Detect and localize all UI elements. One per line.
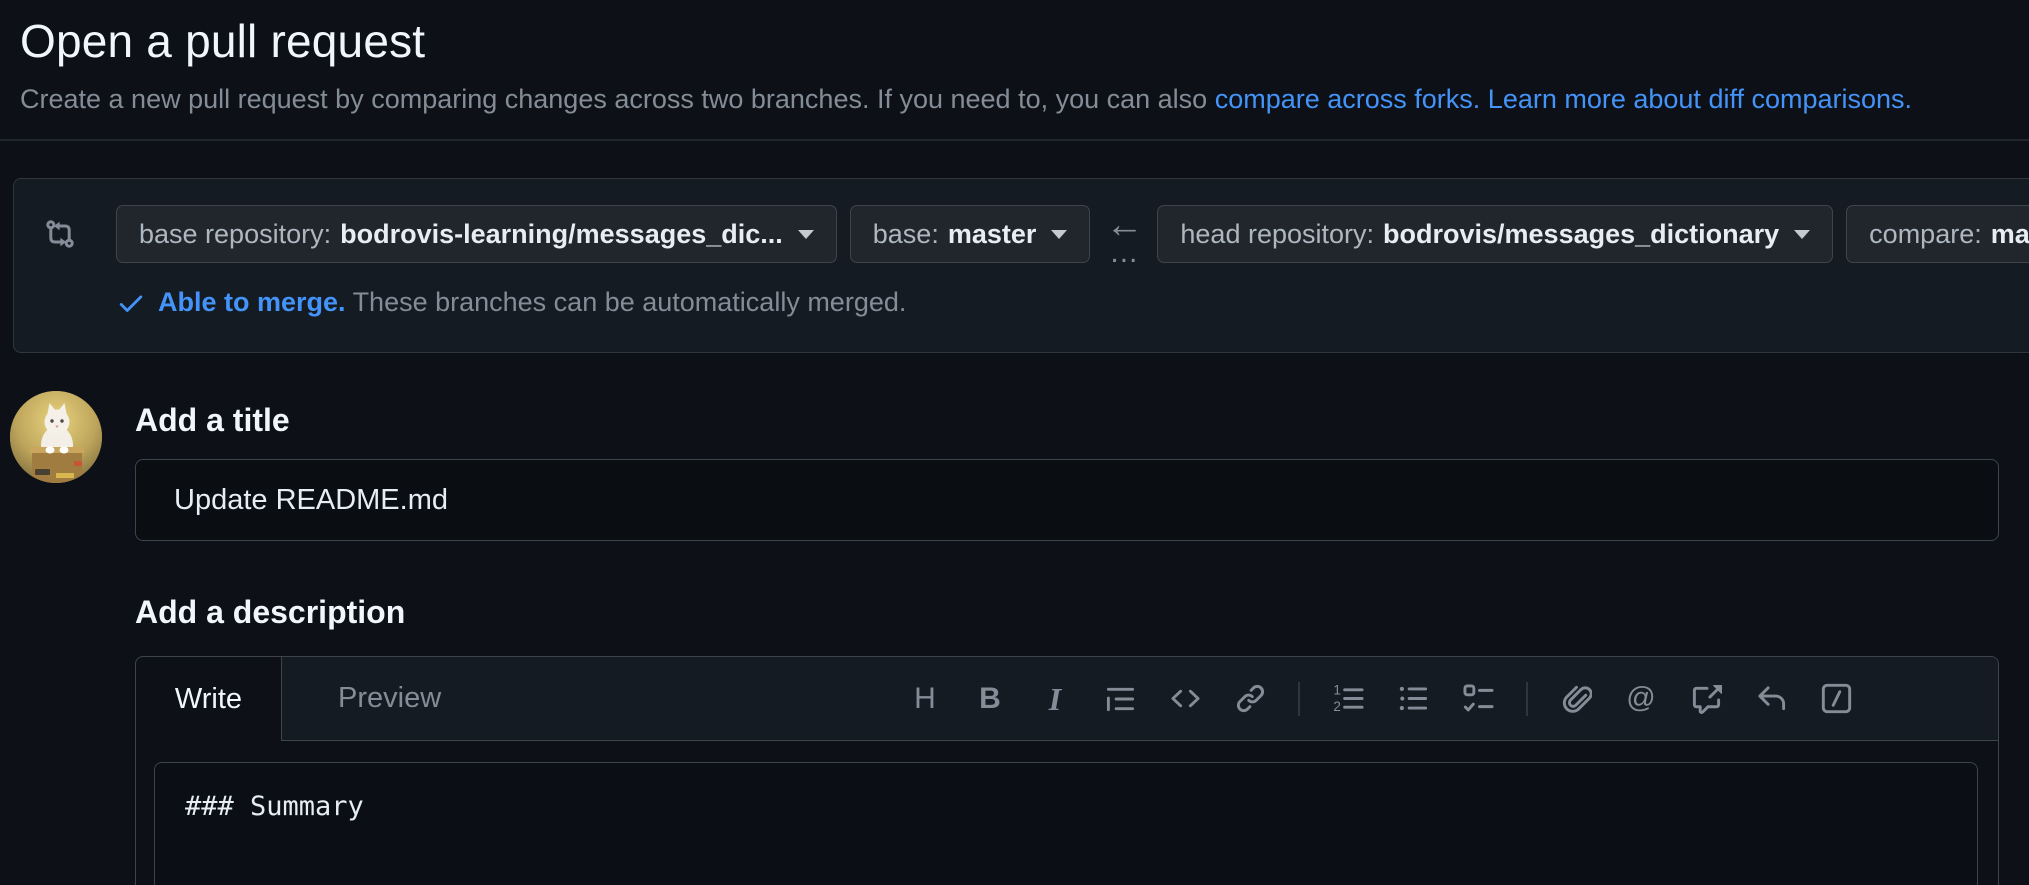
branch-compare-panel: base repository: bodrovis-learning/messa… [13, 178, 2029, 353]
list-unordered-icon [1399, 686, 1427, 711]
check-icon [119, 295, 143, 312]
editor-header: Write Preview H B I 1 2 @ [136, 657, 1998, 741]
task-list-button[interactable] [1461, 682, 1495, 716]
base-repository-select[interactable]: base repository: bodrovis-learning/messa… [116, 205, 837, 263]
branch-selector-row: base repository: bodrovis-learning/messa… [44, 205, 2029, 269]
link-icon [1236, 684, 1264, 713]
head-repository-label: head repository: [1180, 218, 1375, 249]
cross-reference-button[interactable] [1689, 682, 1723, 716]
tasklist-icon [1462, 684, 1494, 712]
compare-across-forks-link[interactable]: compare across forks. [1215, 84, 1481, 114]
subtitle-text: Create a new pull request by comparing c… [20, 84, 1215, 114]
title-heading: Add a title [135, 402, 290, 438]
svg-text:1: 1 [1333, 683, 1341, 698]
markdown-editor: Write Preview H B I 1 2 @ ### Summary [135, 656, 1999, 885]
head-repository-value: bodrovis/messages_dictionary [1383, 218, 1780, 249]
header-divider [0, 139, 2029, 141]
dropdown-caret-icon [1051, 229, 1068, 239]
italic-icon: I [1048, 680, 1062, 717]
slash-command-button[interactable] [1819, 682, 1853, 716]
tab-write[interactable]: Write [136, 657, 282, 741]
pr-description-textarea[interactable]: ### Summary [154, 762, 1978, 885]
cross-reference-icon [1692, 684, 1722, 714]
head-repository-select[interactable]: head repository: bodrovis/messages_dicti… [1157, 205, 1834, 263]
compare-branch-label: compare: [1869, 218, 1982, 249]
code-button[interactable] [1168, 682, 1202, 716]
avatar-cat-image [10, 391, 102, 483]
ordered-list-button[interactable]: 1 2 [1331, 682, 1365, 716]
list-ordered-icon: 1 2 [1333, 683, 1364, 714]
base-branch-select[interactable]: base: master [849, 205, 1091, 263]
pull-request-form: Add a title Add a description Write Prev… [0, 391, 2029, 885]
learn-more-diff-link[interactable]: Learn more about diff comparisons. [1488, 84, 1912, 114]
pr-title-input[interactable] [135, 459, 1999, 541]
dropdown-caret-icon [1794, 229, 1811, 239]
mention-button[interactable]: @ [1624, 682, 1658, 716]
saved-reply-icon [1757, 686, 1785, 711]
merge-status-title: Able to merge. [158, 287, 346, 317]
attach-file-icon [1562, 685, 1592, 713]
open-pull-request-page: Open a pull request Create a new pull re… [0, 0, 2029, 885]
link-button[interactable] [1233, 682, 1267, 716]
bold-icon: B [979, 681, 1001, 715]
base-repository-value: bodrovis-learning/messages_dic... [340, 218, 783, 249]
markdown-toolbar: H B I 1 2 @ [908, 657, 1998, 740]
merge-status-description: These branches can be automatically merg… [352, 287, 907, 317]
page-title: Open a pull request [20, 15, 426, 67]
compare-branch-select[interactable]: compare: master [1846, 205, 2029, 263]
heading-button[interactable]: H [908, 682, 942, 716]
mention-icon: @ [1626, 682, 1656, 714]
italic-button[interactable]: I [1038, 682, 1072, 716]
svg-text:2: 2 [1333, 699, 1341, 714]
range-dots: ... [1110, 236, 1139, 269]
code-icon [1170, 689, 1200, 708]
page-subtitle: Create a new pull request by comparing c… [20, 84, 2029, 115]
toolbar-divider [1298, 681, 1300, 716]
dropdown-caret-icon [797, 229, 814, 239]
editor-body: ### Summary [136, 741, 1998, 885]
slash-command-icon [1821, 683, 1851, 714]
toolbar-divider [1526, 681, 1528, 716]
compare-branch-value: master [1990, 218, 2029, 249]
merge-status-row: Able to merge. These branches can be aut… [116, 287, 2029, 318]
page-header: Open a pull request Create a new pull re… [0, 0, 2029, 115]
base-branch-value: master [947, 218, 1037, 249]
base-repository-label: base repository: [139, 218, 332, 249]
attach-file-button[interactable] [1559, 682, 1593, 716]
unordered-list-button[interactable] [1396, 682, 1430, 716]
quote-icon [1106, 687, 1134, 712]
form-column: Add a title Add a description Write Prev… [135, 391, 1999, 885]
git-compare-icon [46, 220, 74, 248]
branch-range-indicator: ← ... [1105, 205, 1143, 269]
heading-icon: H [914, 681, 936, 715]
quote-button[interactable] [1103, 682, 1137, 716]
tab-preview[interactable]: Preview [282, 657, 497, 740]
saved-reply-button[interactable] [1754, 682, 1788, 716]
description-heading: Add a description [135, 594, 406, 630]
user-avatar [10, 391, 102, 483]
bold-button[interactable]: B [973, 682, 1007, 716]
base-branch-label: base: [872, 218, 939, 249]
